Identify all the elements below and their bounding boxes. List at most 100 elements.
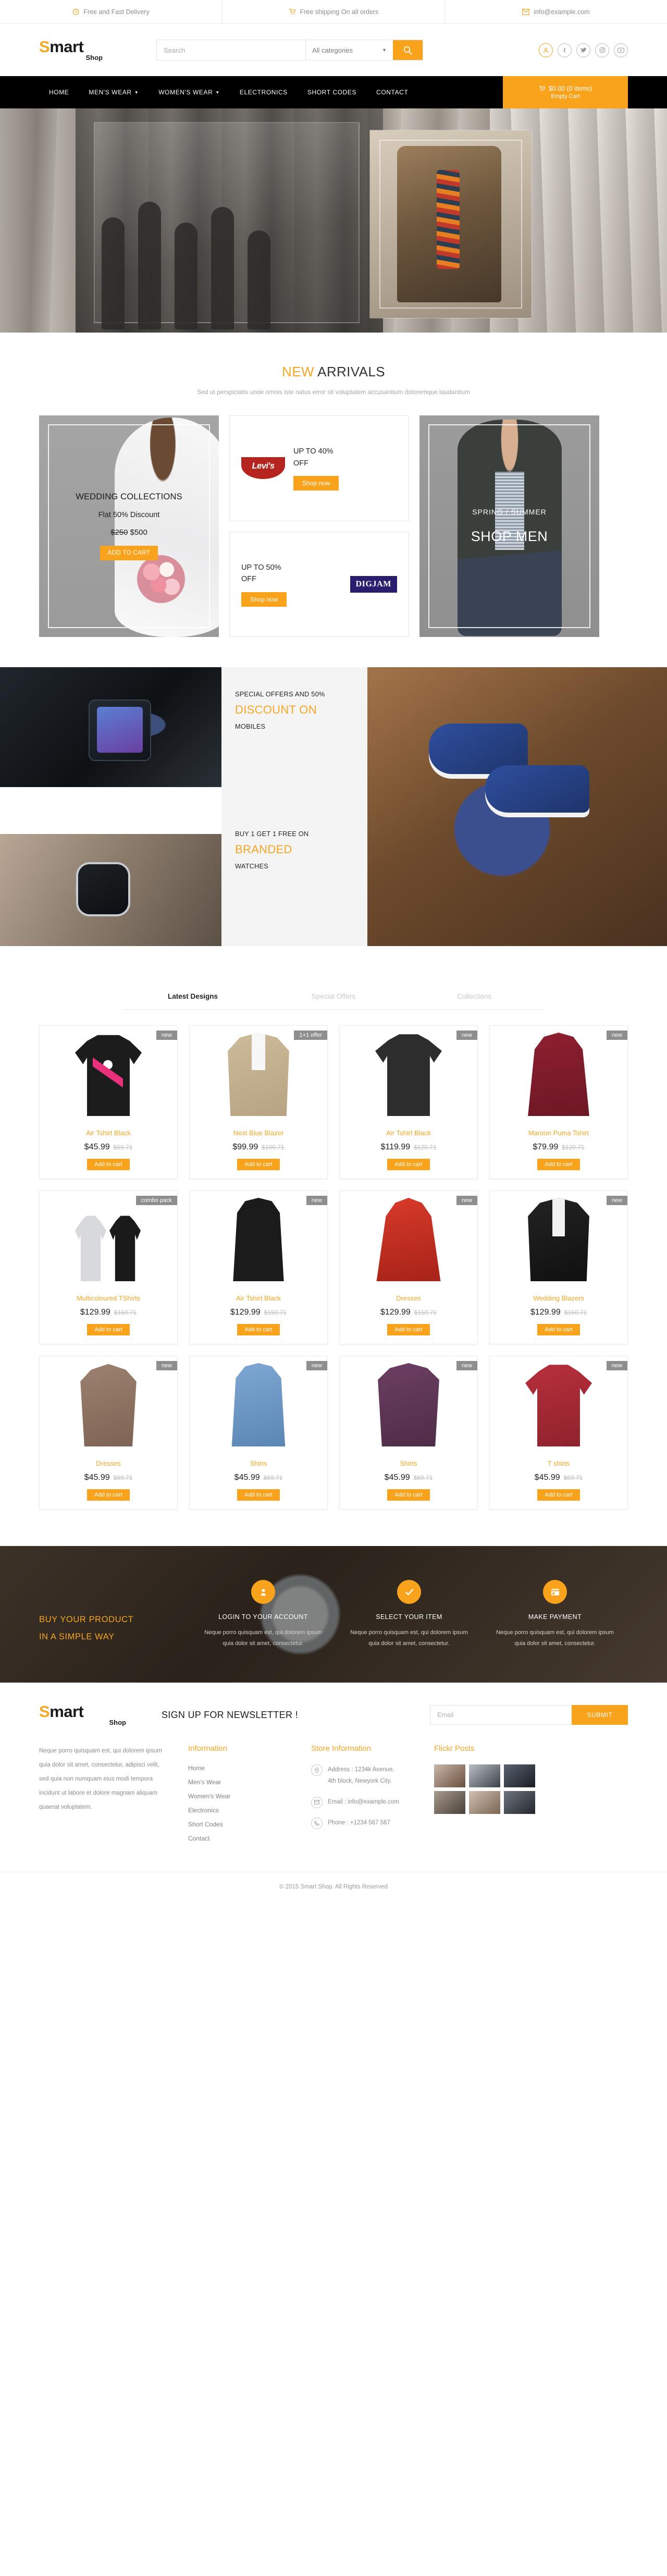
footer-link-mens-wear[interactable]: Men's Wear <box>188 1778 292 1786</box>
product-image-wrap[interactable] <box>340 1356 477 1453</box>
submit-button[interactable]: SUBMIT <box>572 1705 628 1725</box>
site-header: Smart Shop All categories ▼ f <box>39 24 628 76</box>
brand-logo[interactable]: Smart Shop <box>39 39 138 62</box>
product-card[interactable]: new Shirts $45.99 $69.71 Add to cart <box>189 1356 328 1510</box>
footer-link-short-codes[interactable]: Short Codes <box>188 1821 292 1828</box>
product-card[interactable]: 1+1 offer Next Blue Blazer $99.99 $100.71 Ad… <box>189 1025 328 1179</box>
product-card[interactable]: new Wedding Blazers $129.99 $150.71 Add to c… <box>489 1191 628 1344</box>
product-name[interactable]: Dresses <box>340 1294 477 1302</box>
steps-title-line2: IN A SIMPLE WAY <box>39 1632 115 1642</box>
add-to-cart-button[interactable]: Add to cart <box>537 1159 580 1170</box>
product-name[interactable]: Multicoloured TShirts <box>40 1294 177 1302</box>
product-name[interactable]: Next Blue Blazer <box>190 1129 327 1137</box>
product-image-wrap[interactable] <box>340 1191 477 1288</box>
product-image-wrap[interactable] <box>40 1026 177 1123</box>
product-image <box>231 1363 286 1446</box>
category-select[interactable]: All categories ▼ <box>305 40 393 60</box>
instagram-icon[interactable] <box>595 43 609 57</box>
product-image-wrap[interactable] <box>490 1026 627 1123</box>
step-select-item[interactable]: SELECT YOUR ITEM Neque porro quisquam es… <box>336 1580 482 1649</box>
add-to-cart-button[interactable]: Add to cart <box>537 1489 580 1501</box>
promo-wedding-collections[interactable]: WEDDING COLLECTIONS Flat 50% Discount $2… <box>39 415 219 637</box>
product-card[interactable]: new Air Tshirt Black $119.99 $120.71 Add to … <box>339 1025 478 1179</box>
offer-watches[interactable]: BUY 1 GET 1 FREE ON BRANDED WATCHES <box>221 807 367 947</box>
product-name[interactable]: Shirts <box>340 1459 477 1467</box>
flickr-thumbnail[interactable] <box>434 1764 465 1787</box>
product-card[interactable]: new Dresses $129.99 $150.71 Add to cart <box>339 1191 478 1344</box>
promo-levis[interactable]: Levi's UP TO 40% OFF Shop now <box>229 415 409 521</box>
add-to-cart-button[interactable]: Add to cart <box>237 1324 280 1335</box>
footer-link-contact[interactable]: Contact <box>188 1835 292 1842</box>
add-to-cart-button[interactable]: Add to cart <box>87 1159 130 1170</box>
user-icon[interactable] <box>539 43 553 57</box>
product-image-wrap[interactable] <box>190 1191 327 1288</box>
product-card[interactable]: new Air Tshirt Black $129.99 $150.71 Add to … <box>189 1191 328 1344</box>
nav-item-contact[interactable]: CONTACT <box>366 76 418 108</box>
product-card[interactable]: new Air Tshirt Black $45.99 $69.71 Add to ca… <box>39 1025 178 1179</box>
cart-summary[interactable]: $0.00 (0 items) Empty Cart <box>503 76 628 108</box>
footer-brand-logo[interactable]: Smart Shop <box>39 1703 162 1726</box>
flickr-thumbnail[interactable] <box>434 1791 465 1814</box>
search-input[interactable] <box>157 40 305 60</box>
tab-collections[interactable]: Collections <box>404 984 545 1009</box>
product-card[interactable]: combo pack Multicoloured TShirts $129.99 $1… <box>39 1191 178 1344</box>
product-name[interactable]: Maroon Puma Tshirt <box>490 1129 627 1137</box>
product-card[interactable]: new Shirts $45.99 $69.71 Add to cart <box>339 1356 478 1510</box>
promo-shop-men[interactable]: SPRING / SUMMER SHOP MEN <box>419 415 599 637</box>
add-to-cart-button[interactable]: ADD TO CART <box>100 546 158 560</box>
product-card[interactable]: new Dresses $45.99 $69.71 Add to cart <box>39 1356 178 1510</box>
product-name[interactable]: Shirts <box>190 1459 327 1467</box>
add-to-cart-button[interactable]: Add to cart <box>387 1159 430 1170</box>
hero-slider[interactable] <box>0 108 667 333</box>
step-make-payment[interactable]: MAKE PAYMENT Neque porro quisquam est, q… <box>482 1580 628 1649</box>
product-image-wrap[interactable] <box>490 1356 627 1453</box>
product-name[interactable]: Wedding Blazers <box>490 1294 627 1302</box>
step-login[interactable]: LOGIN TO YOUR ACCOUNT Neque porro quisqu… <box>190 1580 336 1649</box>
footer-link-electronics[interactable]: Electronics <box>188 1807 292 1814</box>
add-to-cart-button[interactable]: Add to cart <box>537 1324 580 1335</box>
product-image-wrap[interactable] <box>40 1356 177 1453</box>
footer-link-home[interactable]: Home <box>188 1764 292 1772</box>
product-name[interactable]: Air Tshirt Black <box>190 1294 327 1302</box>
product-price: $129.99 $150.71 <box>340 1308 477 1317</box>
nav-item-home[interactable]: HOME <box>39 76 79 108</box>
add-to-cart-button[interactable]: Add to cart <box>387 1489 430 1501</box>
add-to-cart-button[interactable]: Add to cart <box>87 1489 130 1501</box>
flickr-thumbnail[interactable] <box>469 1764 500 1787</box>
add-to-cart-button[interactable]: Add to cart <box>237 1489 280 1501</box>
product-name[interactable]: Air Tshirt Black <box>40 1129 177 1137</box>
nav-item-womens-wear[interactable]: WOMEN'S WEAR ▼ <box>149 76 230 108</box>
offer-mobiles[interactable]: SPECIAL OFFERS AND 50% DISCOUNT ON MOBIL… <box>221 667 367 807</box>
promo-digjam[interactable]: DIGJAM UP TO 50% OFF Shop now <box>229 531 409 637</box>
flickr-thumbnail[interactable] <box>469 1791 500 1814</box>
product-name[interactable]: Dresses <box>40 1459 177 1467</box>
add-to-cart-button[interactable]: Add to cart <box>237 1159 280 1170</box>
product-name[interactable]: Air Tshirt Black <box>340 1129 477 1137</box>
add-to-cart-button[interactable]: Add to cart <box>387 1324 430 1335</box>
search-button[interactable] <box>393 40 423 60</box>
tab-special-offers[interactable]: Special Offers <box>263 984 404 1009</box>
product-image-wrap[interactable] <box>340 1026 477 1123</box>
footer-link-womens-wear[interactable]: Women's Wear <box>188 1793 292 1800</box>
product-card[interactable]: new T shirts $45.99 $69.71 Add to cart <box>489 1356 628 1510</box>
product-image-wrap[interactable] <box>40 1191 177 1288</box>
add-to-cart-button[interactable]: Add to cart <box>87 1324 130 1335</box>
nav-item-short-codes[interactable]: SHORT CODES <box>298 76 366 108</box>
product-image-wrap[interactable] <box>490 1191 627 1288</box>
flickr-thumbnail[interactable] <box>504 1764 535 1787</box>
nav-item-mens-wear[interactable]: MEN'S WEAR ▼ <box>79 76 149 108</box>
flickr-thumbnail[interactable] <box>504 1791 535 1814</box>
product-card[interactable]: new Maroon Puma Tshirt $79.99 $120.71 Add to… <box>489 1025 628 1179</box>
shop-now-button[interactable]: Shop now <box>241 592 287 607</box>
shop-now-button[interactable]: Shop now <box>293 476 339 491</box>
nav-item-electronics[interactable]: ELECTRONICS <box>230 76 298 108</box>
product-name[interactable]: T shirts <box>490 1459 627 1467</box>
product-image-wrap[interactable] <box>190 1026 327 1123</box>
twitter-icon[interactable] <box>576 43 590 57</box>
mail-icon <box>522 8 530 15</box>
product-image-wrap[interactable] <box>190 1356 327 1453</box>
youtube-icon[interactable] <box>614 43 628 57</box>
tab-latest-designs[interactable]: Latest Designs <box>122 984 263 1009</box>
email-field[interactable] <box>430 1705 572 1725</box>
facebook-icon[interactable]: f <box>558 43 572 57</box>
